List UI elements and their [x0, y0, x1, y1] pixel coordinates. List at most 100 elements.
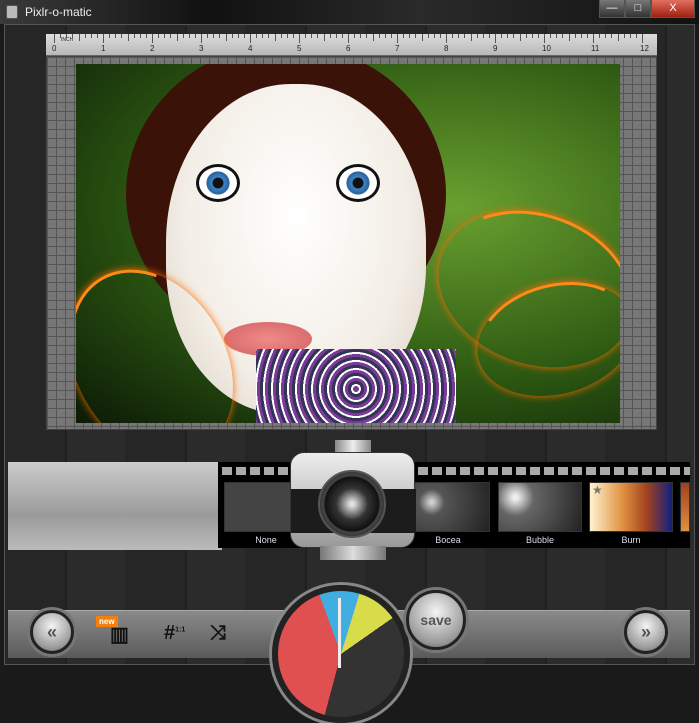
ruler-tick [611, 34, 613, 38]
ruler-tick [409, 34, 411, 38]
ruler-tick [531, 34, 533, 38]
ruler-tick [280, 34, 282, 38]
ruler-tick [96, 34, 98, 38]
ruler-tick [366, 34, 368, 38]
app-icon [6, 5, 18, 19]
ruler-tick [188, 34, 190, 38]
ruler-tick [145, 34, 147, 38]
ruler-tick [623, 34, 625, 38]
ruler-tick [507, 34, 509, 38]
ruler-tick [90, 34, 92, 38]
ruler-label: 6 [346, 44, 351, 53]
ruler-tick [115, 34, 117, 38]
ruler-tick [84, 34, 86, 38]
filter-burn-thumb[interactable]: ★ [589, 482, 673, 532]
ruler-tick [237, 34, 239, 38]
ruler-tick [501, 34, 503, 38]
ruler-tick [519, 34, 521, 41]
ruler-tick [219, 34, 221, 38]
ruler-tick [292, 34, 294, 38]
effect-dial[interactable] [272, 585, 410, 723]
filter-tray [8, 462, 222, 550]
star-icon[interactable]: ★ [592, 483, 603, 497]
ruler-tick [464, 34, 466, 38]
ruler-tick [617, 34, 619, 41]
ruler-tick [599, 34, 601, 38]
ruler-tick [72, 34, 74, 38]
filter-burn-label: Burn [621, 535, 641, 545]
ruler-tick [60, 34, 62, 38]
ruler-tick [446, 34, 447, 43]
camera-icon [290, 440, 416, 560]
ruler-tick [537, 34, 539, 38]
next-button[interactable]: » [624, 610, 668, 654]
ruler-tick [256, 34, 258, 38]
filter-next-thumb[interactable] [680, 482, 690, 532]
ruler-tick [403, 34, 405, 38]
shuffle-icon[interactable]: ⤨ [210, 622, 226, 645]
ruler-tick [562, 34, 564, 38]
ruler-label: 12 [640, 44, 649, 53]
ruler-tick [341, 34, 343, 38]
filter-strip[interactable]: None Bocea Bubble ★ Burn [218, 462, 690, 548]
ruler-tick [495, 34, 496, 43]
ruler-tick [225, 34, 227, 41]
ruler-tick [335, 34, 337, 38]
ruler-tick [642, 34, 643, 43]
ruler-tick [360, 34, 362, 38]
ruler-tick [311, 34, 313, 38]
ruler-tick [513, 34, 515, 38]
filter-bubble-thumb[interactable] [498, 482, 582, 532]
ruler-tick [397, 34, 398, 43]
ruler-tick [274, 34, 276, 41]
ruler-label: 9 [493, 44, 498, 53]
ruler-tick [605, 34, 607, 38]
ruler-tick [182, 34, 184, 38]
ruler-tick [593, 34, 594, 43]
ruler-tick [152, 34, 153, 43]
ruler-tick [158, 34, 160, 38]
ruler-tick [323, 34, 325, 41]
ruler-tick [354, 34, 356, 38]
previous-button[interactable]: « [30, 610, 74, 654]
ruler-tick [635, 34, 637, 38]
ruler-tick [433, 34, 435, 38]
ruler-tick [299, 34, 300, 43]
maximize-button[interactable]: □ [625, 0, 651, 18]
ruler-tick [250, 34, 251, 43]
ruler-tick [268, 34, 270, 38]
close-button[interactable]: X [651, 0, 695, 18]
ruler-tick [243, 34, 245, 38]
ruler: INCH 0 1 2 3 4 5 6 7 8 9 10 11 12 [46, 34, 657, 56]
film-plus-icon[interactable]: ▥ [110, 622, 129, 647]
ruler-tick [305, 34, 307, 38]
ruler-tick [421, 34, 423, 41]
ruler-tick [329, 34, 331, 38]
save-button[interactable]: save [406, 590, 466, 650]
ruler-tick [544, 34, 545, 43]
ruler-label: 2 [150, 44, 155, 53]
ruler-tick [103, 34, 104, 43]
ruler-tick [348, 34, 349, 43]
ruler-label: 3 [199, 44, 204, 53]
ruler-tick [127, 34, 129, 41]
ruler-label: 7 [395, 44, 400, 53]
ruler-tick [629, 34, 631, 38]
filter-bocea-thumb[interactable] [406, 482, 490, 532]
ruler-tick [207, 34, 209, 38]
crop-1-1-icon[interactable]: #1:1 [164, 622, 185, 645]
ruler-tick [458, 34, 460, 38]
ruler-tick [452, 34, 454, 38]
ruler-label: 11 [591, 44, 600, 53]
ruler-tick [139, 34, 141, 38]
ruler-label: 10 [542, 44, 551, 53]
minimize-button[interactable]: — [599, 0, 625, 18]
window-title: Pixlr-o-matic [25, 5, 92, 19]
ruler-tick [415, 34, 417, 38]
ruler-tick [556, 34, 558, 38]
title-bar: Pixlr-o-matic — □ X [0, 0, 699, 24]
ruler-tick [390, 34, 392, 38]
ruler-tick [384, 34, 386, 38]
ruler-tick [580, 34, 582, 38]
ruler-tick [121, 34, 123, 38]
